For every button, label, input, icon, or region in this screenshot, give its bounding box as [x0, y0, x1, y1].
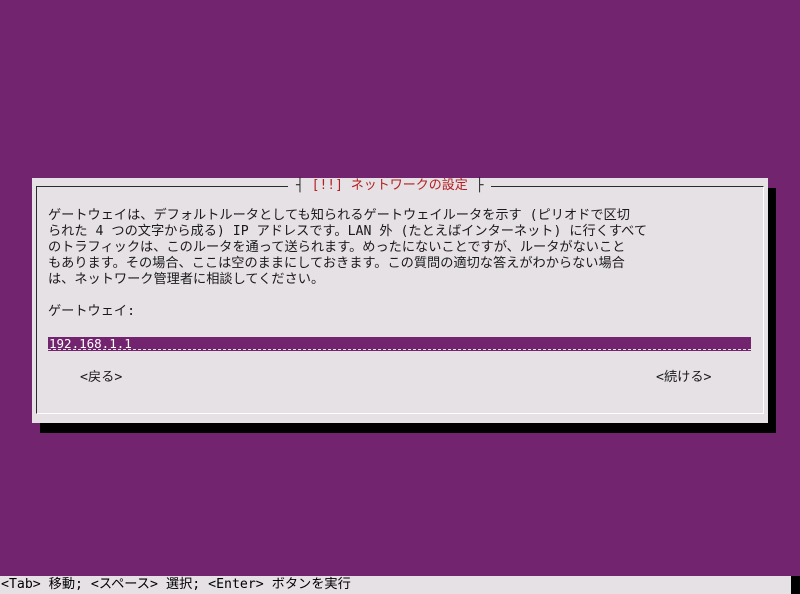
- dialog-title: ┤ [!!] ネットワークの設定 ├: [288, 178, 492, 194]
- back-button[interactable]: <戻る>: [80, 370, 122, 386]
- network-config-dialog: ┤ [!!] ネットワークの設定 ├ ゲートウェイは、デフォルトルータとしても知…: [32, 178, 768, 423]
- continue-button[interactable]: <続ける>: [656, 370, 711, 386]
- key-help-statusbar: <Tab> 移動; <スペース> 選択; <Enter> ボタンを実行: [0, 576, 800, 594]
- gateway-description: ゲートウェイは、デフォルトルータとしても知られるゲートウェイルータを示す (ピリ…: [48, 208, 648, 287]
- gateway-input-value: 192.168.1.1: [49, 337, 132, 351]
- title-bracket-right: ├: [467, 178, 484, 193]
- terminal-cursor: [791, 576, 800, 594]
- gateway-field-label: ゲートウェイ:: [48, 304, 136, 319]
- title-bracket-left: ┤: [296, 178, 312, 193]
- gateway-input[interactable]: 192.168.1.1: [48, 337, 751, 351]
- dialog-title-text: [!!] ネットワークの設定: [311, 178, 468, 193]
